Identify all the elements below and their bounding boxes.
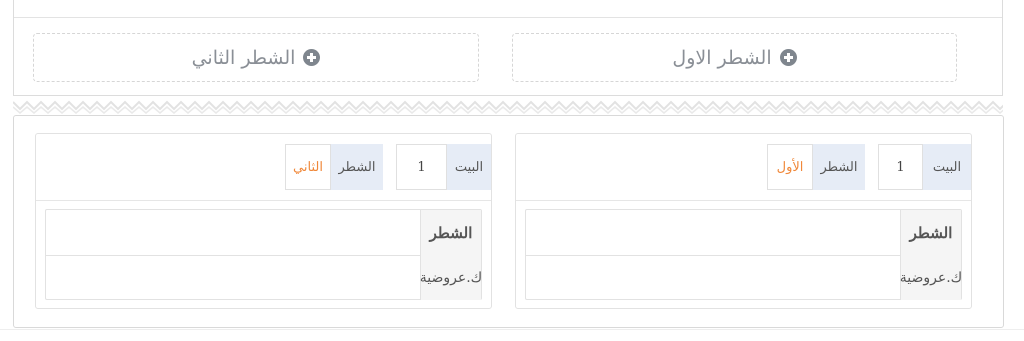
zigzag-separator <box>13 100 1003 114</box>
add-first-hemistich-button[interactable]: الشطر الاول <box>512 33 957 82</box>
verse-card-header: البيت 1 الشطر الأول <box>516 134 971 201</box>
row-header-prosodic-writing: ك.عروضية <box>900 255 962 300</box>
table-row: ك.عروضية <box>526 255 962 300</box>
row-header-prosodic-writing: ك.عروضية <box>420 255 482 300</box>
add-second-hemistich-button[interactable]: الشطر الثاني <box>33 33 479 82</box>
plus-circle-icon <box>779 49 797 66</box>
add-first-hemistich-label: الشطر الاول <box>672 46 772 69</box>
bayt-label: البيت <box>923 144 971 190</box>
shatr-role: الأول <box>767 144 813 190</box>
verse-card-second: البيت 1 الشطر الثاني الشطر ك.عروضية <box>35 133 492 309</box>
panel-divider <box>14 17 1002 18</box>
shatr-label: الشطر <box>331 144 383 190</box>
bayt-number: 1 <box>878 144 923 190</box>
add-second-hemistich-label: الشطر الثاني <box>191 46 296 69</box>
row-header-shatr: الشطر <box>420 210 481 255</box>
table-row: الشطر <box>46 210 481 256</box>
shatr-label: الشطر <box>813 144 865 190</box>
verse-card-header: البيت 1 الشطر الثاني <box>36 134 491 201</box>
prosody-table: الشطر ك.عروضية <box>45 209 482 300</box>
bayt-number: 1 <box>396 144 447 190</box>
row-header-shatr: الشطر <box>900 210 961 255</box>
verse-card-first: البيت 1 الشطر الأول الشطر ك.عروضية <box>515 133 972 309</box>
table-row: ك.عروضية <box>46 255 482 300</box>
plus-circle-icon <box>303 49 321 66</box>
prosody-table: الشطر ك.عروضية <box>525 209 962 300</box>
bayt-label: البيت <box>447 144 491 190</box>
bottom-divider <box>0 329 1024 330</box>
table-row: الشطر <box>526 210 961 256</box>
shatr-role: الثاني <box>285 144 331 190</box>
